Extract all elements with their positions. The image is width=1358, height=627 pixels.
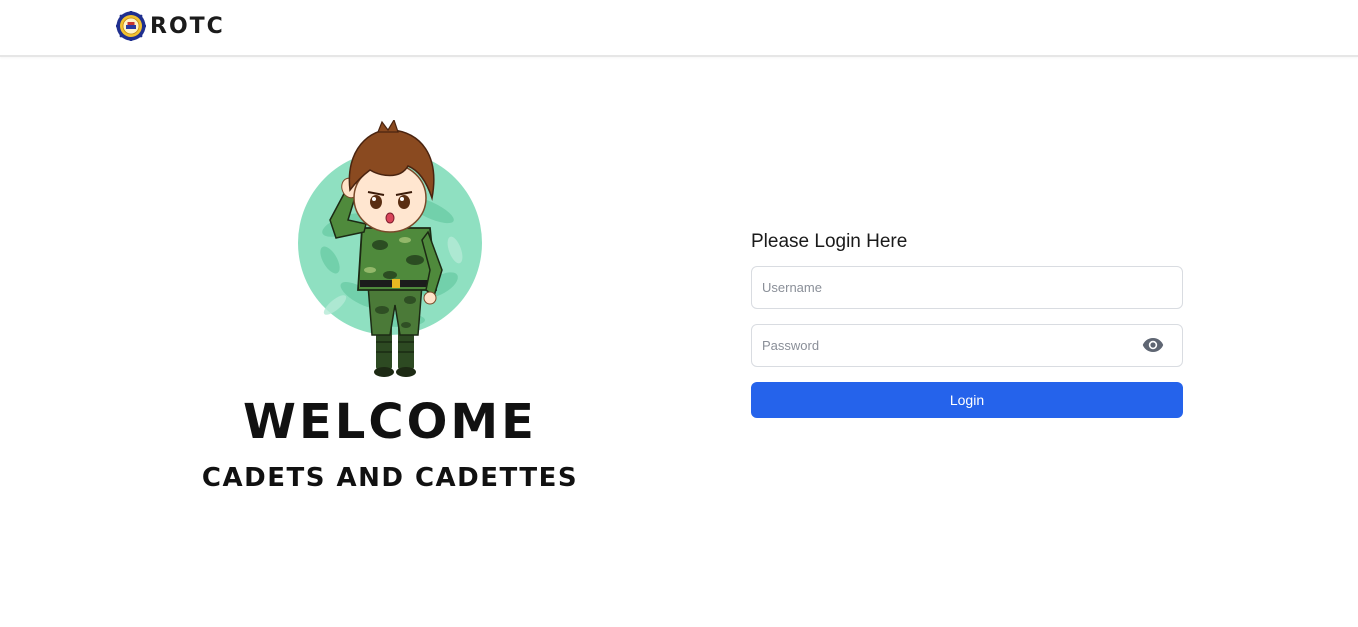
login-title: Please Login Here xyxy=(751,231,908,252)
brand-name: ROTC xyxy=(150,13,225,39)
password-input[interactable] xyxy=(751,324,1183,367)
eye-icon[interactable] xyxy=(1141,335,1165,355)
welcome-heading: WELCOME xyxy=(243,394,537,450)
brand[interactable]: ROTC xyxy=(116,11,225,41)
welcome-subtitle: CADETS AND CADETTES xyxy=(201,463,579,493)
top-navbar: ROTC xyxy=(0,0,1358,57)
saluting-cadet-illustration xyxy=(290,118,490,382)
rotc-seal-icon xyxy=(116,11,146,41)
username-input[interactable] xyxy=(751,266,1183,309)
login-button[interactable]: Login xyxy=(751,382,1183,418)
